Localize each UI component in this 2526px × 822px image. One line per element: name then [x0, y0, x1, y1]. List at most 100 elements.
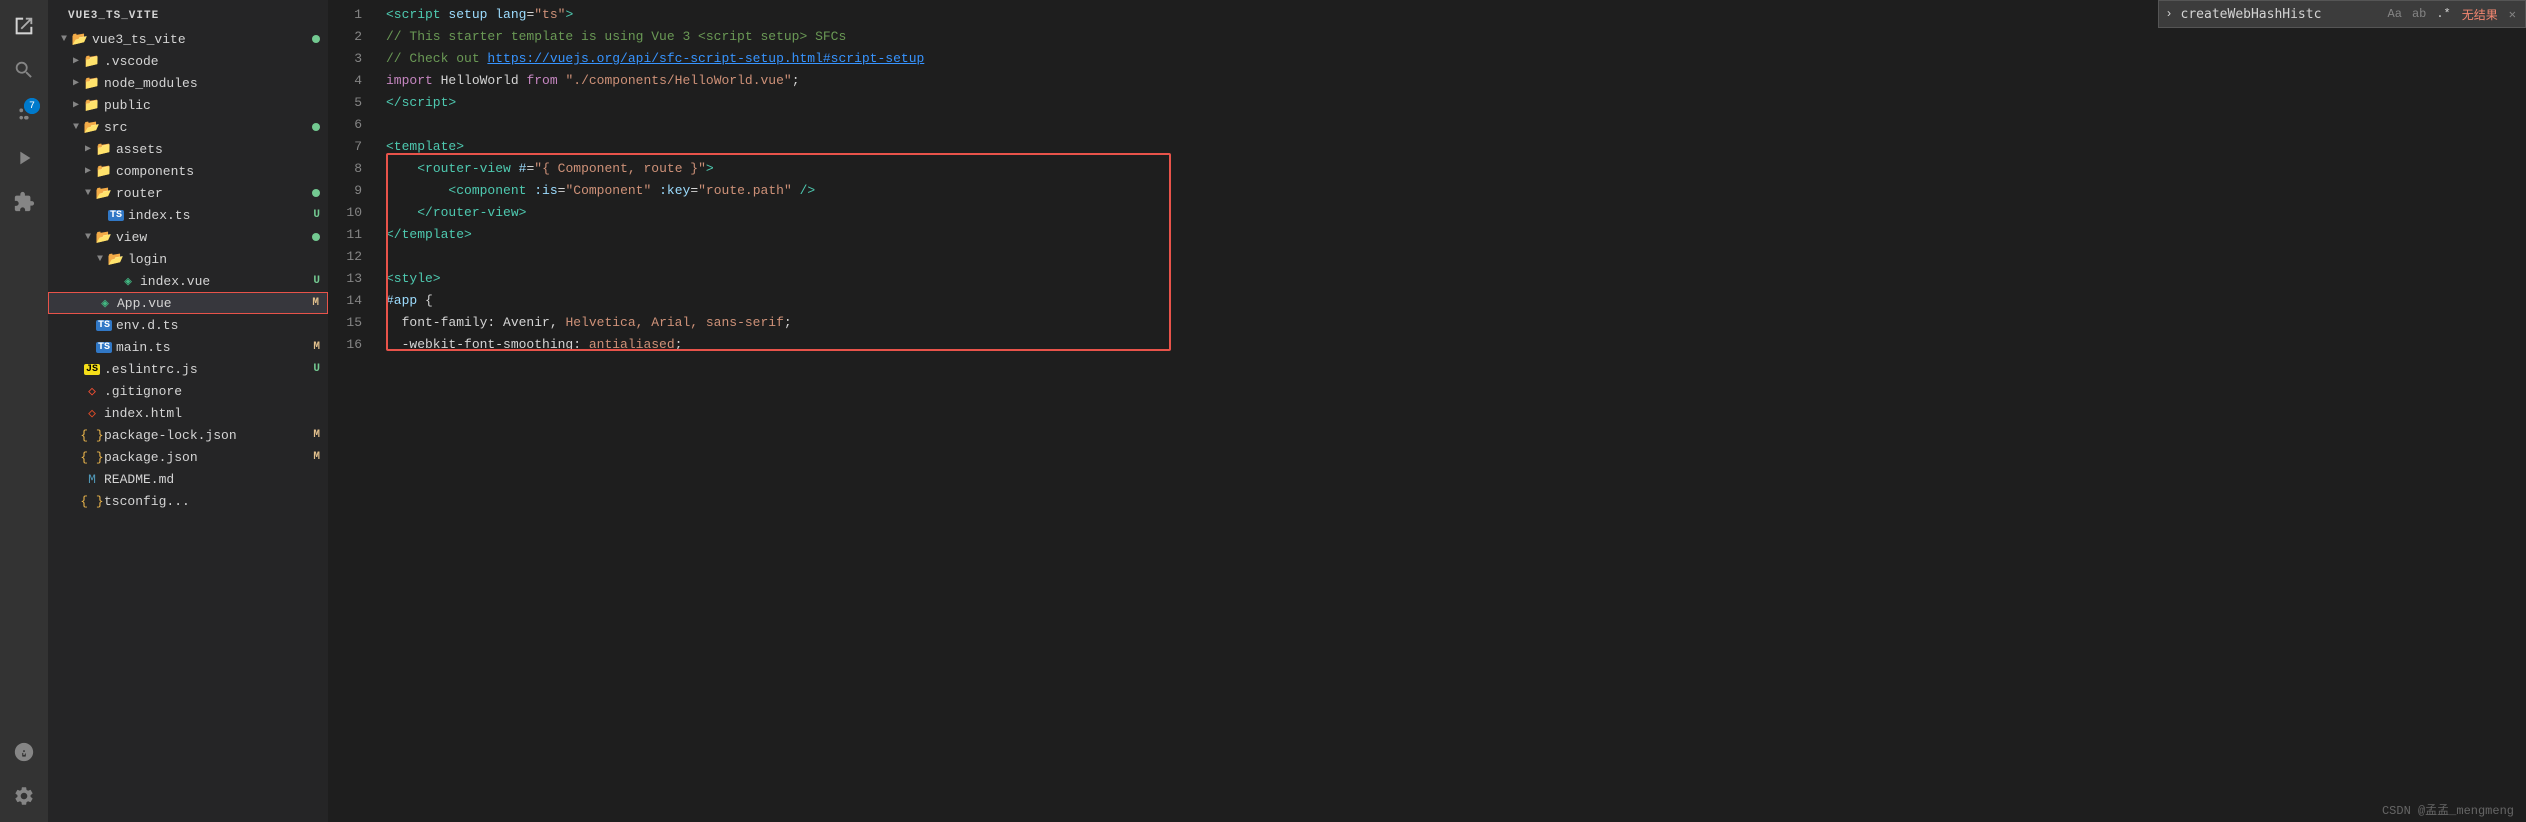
tree-item-login-index-vue[interactable]: ▶ ◈ index.vue U	[48, 270, 328, 292]
tree-item-vscode[interactable]: ▶ 📁 .vscode	[48, 50, 328, 72]
line-content: </router-view>	[378, 202, 526, 224]
line-number: 10	[328, 202, 378, 224]
line-content	[378, 114, 394, 136]
expand-arrow: ▼	[80, 185, 96, 201]
tree-item-node-modules[interactable]: ▶ 📁 node_modules	[48, 72, 328, 94]
folder-icon: 📁	[84, 75, 100, 91]
source-control-icon[interactable]: 7 7	[6, 96, 42, 132]
search-input[interactable]	[2181, 7, 2381, 22]
tree-label: src	[104, 120, 312, 135]
ts-icon: TS	[108, 207, 124, 223]
tree-label: public	[104, 98, 328, 113]
folder-open-icon: 📂	[108, 251, 124, 267]
no-result-label: 无结果	[2462, 6, 2498, 23]
file-badge: M	[312, 297, 319, 309]
code-line: 9 <component :is="Component" :key="route…	[328, 180, 2526, 202]
tree-label: assets	[116, 142, 328, 157]
line-number: 14	[328, 290, 378, 312]
line-number: 1	[328, 4, 378, 26]
tree-item-login[interactable]: ▼ 📂 login	[48, 248, 328, 270]
file-badge: M	[313, 451, 320, 463]
settings-icon[interactable]	[6, 778, 42, 814]
tree-item-components[interactable]: ▶ 📁 components	[48, 160, 328, 182]
code-editor[interactable]: 1 <script setup lang="ts"> 2 // This sta…	[328, 0, 2526, 822]
tree-item-readme[interactable]: ▶ M README.md	[48, 468, 328, 490]
code-line: 5 </script>	[328, 92, 2526, 114]
tree-item-package-json[interactable]: ▶ { } package.json M	[48, 446, 328, 468]
tree-item-gitignore[interactable]: ▶ ◇ .gitignore	[48, 380, 328, 402]
tree-item-index-html[interactable]: ▶ ◇ index.html	[48, 402, 328, 424]
tree-item-package-lock[interactable]: ▶ { } package-lock.json M	[48, 424, 328, 446]
json-icon: { }	[84, 427, 100, 443]
tree-item-public[interactable]: ▶ 📁 public	[48, 94, 328, 116]
tree-item-view[interactable]: ▼ 📂 view	[48, 226, 328, 248]
use-regex-btn[interactable]: .*	[2433, 6, 2453, 22]
activity-bar: 7 7	[0, 0, 48, 822]
line-content: font-family: Avenir, Helvetica, Arial, s…	[378, 312, 792, 334]
modified-dot	[312, 35, 320, 43]
folder-icon: 📁	[96, 141, 112, 157]
code-line: 10 </router-view>	[328, 202, 2526, 224]
expand-arrow: ▼	[68, 119, 84, 135]
ts-icon: TS	[96, 339, 112, 355]
line-number: 9	[328, 180, 378, 202]
close-search-btn[interactable]: ✕	[2506, 6, 2519, 23]
match-case-btn[interactable]: Aa	[2385, 6, 2405, 22]
line-number: 3	[328, 48, 378, 70]
line-content: <template>	[378, 136, 464, 158]
line-number: 4	[328, 70, 378, 92]
line-number: 6	[328, 114, 378, 136]
file-explorer: VUE3_TS_VITE ▼ 📂 vue3_ts_vite ▶ 📁 .vscod…	[48, 0, 328, 822]
line-number: 5	[328, 92, 378, 114]
tree-item-assets[interactable]: ▶ 📁 assets	[48, 138, 328, 160]
extensions-icon[interactable]	[6, 184, 42, 220]
expand-arrow: ▼	[92, 251, 108, 267]
modified-dot	[312, 123, 320, 131]
modified-dot	[312, 189, 320, 197]
tree-label: index.html	[104, 406, 328, 421]
code-line: 16 -webkit-font-smoothing: antialiased;	[328, 334, 2526, 356]
line-number: 8	[328, 158, 378, 180]
js-icon: JS	[84, 361, 100, 377]
json-icon: { }	[84, 449, 100, 465]
tree-item-app-vue[interactable]: ▶ ◈ App.vue M	[48, 292, 328, 314]
tree-item-env-d-ts[interactable]: ▶ TS env.d.ts	[48, 314, 328, 336]
line-content: import HelloWorld from "./components/Hel…	[378, 70, 800, 92]
account-icon[interactable]	[6, 734, 42, 770]
file-badge: M	[313, 341, 320, 353]
file-badge: U	[313, 275, 320, 287]
line-number: 15	[328, 312, 378, 334]
tree-item-tsconfig[interactable]: ▶ { } tsconfig...	[48, 490, 328, 512]
explorer-icon[interactable]	[6, 8, 42, 44]
tree-label: vue3_ts_vite	[92, 32, 312, 47]
expand-arrow: ▶	[80, 163, 96, 179]
tree-item-src[interactable]: ▼ 📂 src	[48, 116, 328, 138]
line-content	[378, 246, 394, 268]
line-content: -webkit-font-smoothing: antialiased;	[378, 334, 682, 356]
tree-label: index.vue	[140, 274, 313, 289]
folder-icon: 📁	[96, 163, 112, 179]
folder-icon: 📁	[84, 97, 100, 113]
search-activity-icon[interactable]	[6, 52, 42, 88]
source-control-badge: 7	[24, 98, 40, 114]
code-line: 3 // Check out https://vuejs.org/api/sfc…	[328, 48, 2526, 70]
line-content: // Check out https://vuejs.org/api/sfc-s…	[378, 48, 924, 70]
code-line: 7 <template>	[328, 136, 2526, 158]
tree-item-eslintrc[interactable]: ▶ JS .eslintrc.js U	[48, 358, 328, 380]
folder-open-icon: 📂	[72, 31, 88, 47]
tree-item-root[interactable]: ▼ 📂 vue3_ts_vite	[48, 28, 328, 50]
editor-area: › Aa ab .* 无结果 ✕ 1 <script setup lang="t…	[328, 0, 2526, 822]
tree-label: env.d.ts	[116, 318, 328, 333]
code-line: 14 #app {	[328, 290, 2526, 312]
tree-label: .vscode	[104, 54, 328, 69]
line-content: </template>	[378, 224, 472, 246]
run-icon[interactable]	[6, 140, 42, 176]
match-word-btn[interactable]: ab	[2409, 6, 2429, 22]
tree-label: package.json	[104, 450, 313, 465]
tree-item-router[interactable]: ▼ 📂 router	[48, 182, 328, 204]
line-content: <router-view #="{ Component, route }">	[378, 158, 714, 180]
code-line: 12	[328, 246, 2526, 268]
tree-item-index-ts[interactable]: ▶ TS index.ts U	[48, 204, 328, 226]
tree-item-main-ts[interactable]: ▶ TS main.ts M	[48, 336, 328, 358]
expand-arrow: ▼	[80, 229, 96, 245]
